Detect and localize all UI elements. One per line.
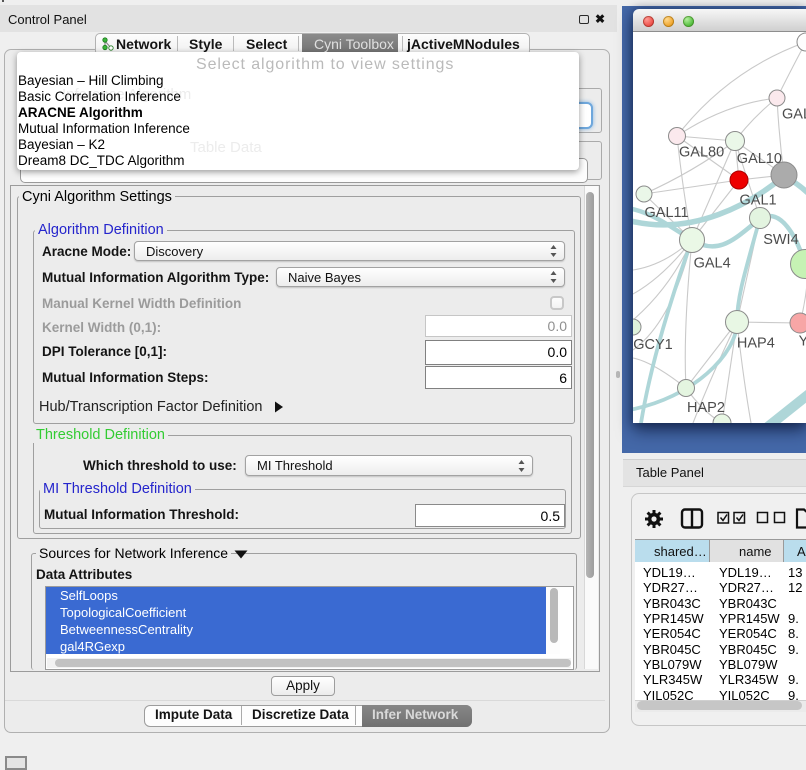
svg-text:GAL10: GAL10 — [737, 151, 782, 167]
svg-text:GAL80: GAL80 — [679, 145, 724, 161]
svg-text:Y: Y — [799, 334, 806, 350]
svg-text:HAP4: HAP4 — [737, 336, 775, 352]
svg-text:GAL4: GAL4 — [694, 256, 731, 272]
svg-text:HAP2: HAP2 — [687, 400, 725, 416]
svg-text:GAL1: GAL1 — [740, 193, 777, 209]
svg-text:GAL7: GAL7 — [782, 107, 806, 123]
svg-text:GAL11: GAL11 — [645, 205, 689, 221]
svg-text:SWI4: SWI4 — [763, 232, 798, 248]
svg-text:GCY1: GCY1 — [633, 337, 673, 353]
